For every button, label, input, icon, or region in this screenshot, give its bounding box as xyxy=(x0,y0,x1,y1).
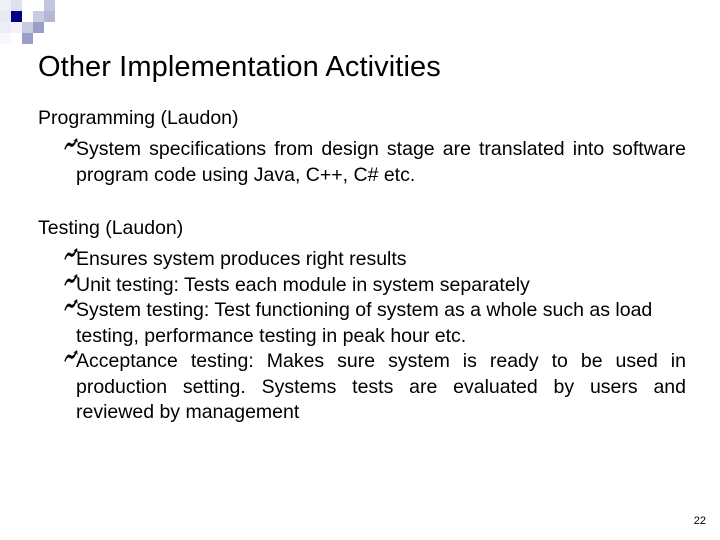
deco-square xyxy=(33,0,44,11)
deco-square xyxy=(0,33,11,44)
section-heading: Testing (Laudon) xyxy=(38,217,184,239)
deco-square xyxy=(55,0,66,11)
deco-square xyxy=(44,0,55,11)
section-programming: Programming (Laudon) System specificatio… xyxy=(38,106,686,188)
list-item: Unit testing: Tests each module in syste… xyxy=(38,273,686,299)
header-gradient-bar xyxy=(33,11,720,32)
list-item: System testing: Test functioning of syst… xyxy=(38,298,686,349)
curved-arrow-bullet-icon xyxy=(63,349,83,373)
list-item-text: System testing: Test functioning of syst… xyxy=(76,299,653,347)
bullet-list: Ensures system produces right results Un… xyxy=(38,247,686,426)
deco-square xyxy=(0,11,11,22)
deco-square xyxy=(11,22,22,33)
list-item: Ensures system produces right results xyxy=(38,247,686,273)
deco-square xyxy=(22,33,33,44)
curved-arrow-bullet-icon xyxy=(63,273,83,297)
deco-square-overlay xyxy=(22,22,33,33)
deco-square xyxy=(33,33,44,44)
section-testing: Testing (Laudon) Ensures system produces… xyxy=(38,216,686,426)
deco-square-overlay xyxy=(22,33,33,44)
deco-square xyxy=(22,22,33,33)
deco-square xyxy=(22,11,33,22)
slide-title: Other Implementation Activities xyxy=(38,51,441,83)
deco-square xyxy=(22,0,33,11)
deco-square xyxy=(0,0,11,11)
curved-arrow-bullet-icon xyxy=(63,137,83,161)
list-item: System specifications from design stage … xyxy=(38,137,686,188)
slide-body: Programming (Laudon) System specificatio… xyxy=(38,106,686,426)
deco-square xyxy=(0,22,11,33)
deco-square xyxy=(11,11,22,22)
list-item-text: Acceptance testing: Makes sure system is… xyxy=(76,350,686,423)
page-number: 22 xyxy=(693,515,706,527)
list-item-text: System specifications from design stage … xyxy=(76,138,686,186)
list-item: Acceptance testing: Makes sure system is… xyxy=(38,349,686,426)
deco-square xyxy=(11,33,22,44)
list-item-text: Unit testing: Tests each module in syste… xyxy=(76,273,530,296)
slide-canvas: Other Implementation Activities Programm… xyxy=(0,0,720,540)
curved-arrow-bullet-icon xyxy=(63,298,83,322)
curved-arrow-bullet-icon xyxy=(63,247,83,271)
list-item-text: Ensures system produces right results xyxy=(76,248,407,270)
deco-square-overlay xyxy=(33,0,44,11)
deco-square xyxy=(11,0,22,11)
deco-square-overlay xyxy=(44,0,55,11)
bullet-list: System specifications from design stage … xyxy=(38,137,686,188)
section-heading: Programming (Laudon) xyxy=(38,107,239,129)
